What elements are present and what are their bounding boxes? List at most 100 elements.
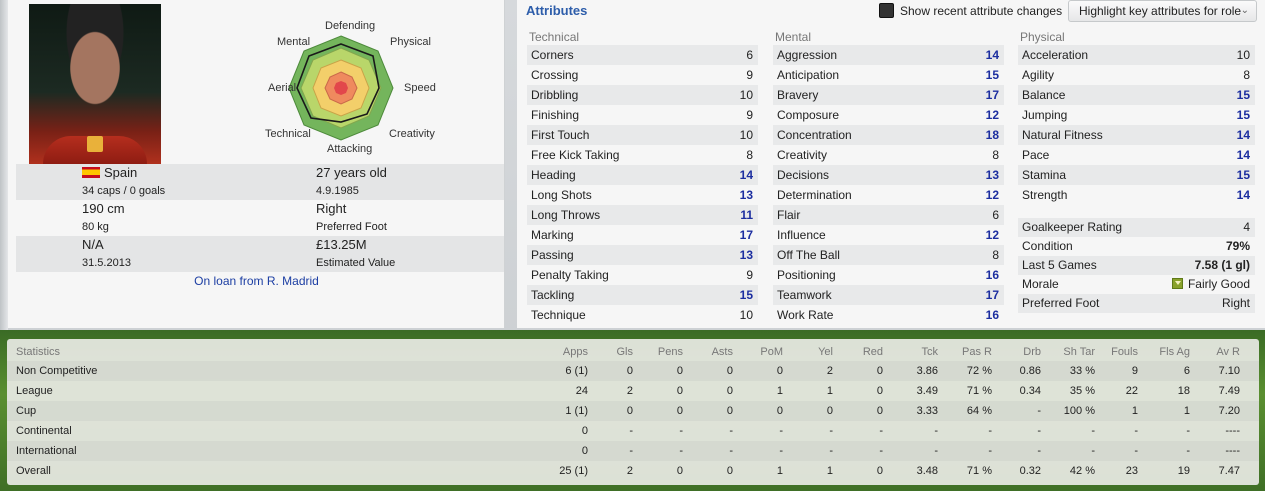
statistics-cell: - bbox=[879, 425, 883, 437]
attribute-name: Flair bbox=[777, 208, 801, 222]
show-changes-toggle[interactable]: Show recent attribute changes bbox=[879, 3, 1062, 21]
attribute-name: Composure bbox=[777, 108, 840, 122]
technical-attribute-row[interactable]: Crossing 9 bbox=[527, 65, 758, 85]
physical-attribute-row[interactable]: Strength 14 bbox=[1018, 185, 1255, 205]
extra-info-value: 79% bbox=[1225, 239, 1250, 253]
technical-attribute-row[interactable]: Tackling 15 bbox=[527, 285, 758, 305]
statistics-row[interactable]: Continental 0- - - - - - - - - - - - ---- bbox=[7, 421, 1259, 441]
mental-attribute-row[interactable]: Flair 6 bbox=[773, 205, 1004, 225]
highlight-key-attributes-button[interactable]: Highlight key attributes for role ⌄ bbox=[1068, 0, 1257, 22]
mental-attribute-row[interactable]: Bravery 17 bbox=[773, 85, 1004, 105]
technical-attribute-row[interactable]: Heading 14 bbox=[527, 165, 758, 185]
statistics-cell: 1 bbox=[826, 385, 833, 397]
statistics-row[interactable]: International 0- - - - - - - - - - - - ---- bbox=[7, 441, 1259, 461]
extra-info-row: Last 5 Games 7.58 (1 gl) bbox=[1018, 256, 1255, 275]
statistics-column-header[interactable]: Yel bbox=[818, 342, 833, 362]
mental-attribute-row[interactable]: Composure 12 bbox=[773, 105, 1004, 125]
attribute-name: Technique bbox=[531, 308, 586, 322]
statistics-column-header[interactable]: Apps bbox=[563, 342, 588, 362]
statistics-cell: - bbox=[779, 425, 783, 437]
statistics-column-header[interactable]: Pens bbox=[658, 342, 683, 362]
physical-attribute-row[interactable]: Acceleration 10 bbox=[1018, 45, 1255, 65]
date-of-birth: 4.9.1985 bbox=[316, 185, 359, 197]
mental-attribute-row[interactable]: Creativity 8 bbox=[773, 145, 1004, 165]
statistics-column-header[interactable]: Sh Tar bbox=[1063, 342, 1095, 362]
technical-attribute-row[interactable]: First Touch 10 bbox=[527, 125, 758, 145]
statistics-cell: 0 bbox=[776, 405, 783, 417]
statistics-column-header[interactable]: Fouls bbox=[1111, 342, 1138, 362]
attribute-name: Natural Fitness bbox=[1022, 128, 1103, 142]
statistics-cell: - bbox=[1037, 425, 1041, 437]
age: 27 years old bbox=[316, 165, 387, 180]
statistics-cell: 9 bbox=[1131, 365, 1138, 377]
statistics-column-header[interactable]: Asts bbox=[712, 342, 733, 362]
statistics-row[interactable]: Cup 1 (1) 0 0 0 0 0 0 3.33 64 % - 100 % 1 1 7.20 bbox=[7, 401, 1259, 421]
technical-attribute-row[interactable]: Long Throws 11 bbox=[527, 205, 758, 225]
technical-attribute-row[interactable]: Technique 10 bbox=[527, 305, 758, 325]
statistics-cell: 1 (1) bbox=[565, 405, 588, 417]
physical-attribute-row[interactable]: Jumping 15 bbox=[1018, 105, 1255, 125]
mental-attribute-row[interactable]: Off The Ball 8 bbox=[773, 245, 1004, 265]
physical-attribute-row[interactable]: Balance 15 bbox=[1018, 85, 1255, 105]
mental-attribute-row[interactable]: Aggression 14 bbox=[773, 45, 1004, 65]
mental-attribute-row[interactable]: Teamwork 17 bbox=[773, 285, 1004, 305]
radar-label-defending: Defending bbox=[325, 20, 376, 32]
statistics-cell: 71 % bbox=[966, 465, 992, 477]
technical-attribute-row[interactable]: Marking 17 bbox=[527, 225, 758, 245]
statistics-cell: 18 bbox=[1177, 385, 1190, 397]
technical-attribute-row[interactable]: Passing 13 bbox=[527, 245, 758, 265]
statistics-row[interactable]: Non Competitive 6 (1) 0 0 0 0 2 0 3.86 72 % 0.86 33… bbox=[7, 361, 1259, 381]
mental-attribute-row[interactable]: Determination 12 bbox=[773, 185, 1004, 205]
technical-attribute-row[interactable]: Penalty Taking 9 bbox=[527, 265, 758, 285]
physical-attribute-row[interactable]: Natural Fitness 14 bbox=[1018, 125, 1255, 145]
statistics-column-header[interactable]: Tck bbox=[922, 342, 939, 362]
physical-attribute-row[interactable]: Agility 8 bbox=[1018, 65, 1255, 85]
statistics-cell: 1 bbox=[776, 385, 783, 397]
mental-attribute-row[interactable]: Concentration 18 bbox=[773, 125, 1004, 145]
statistics-column-header[interactable]: Fls Ag bbox=[1159, 342, 1190, 362]
mental-attribute-row[interactable]: Work Rate 16 bbox=[773, 305, 1004, 325]
attribute-value: 12 bbox=[985, 228, 999, 242]
statistics-column-header[interactable]: Drb bbox=[1023, 342, 1041, 362]
statistics-cell: - bbox=[829, 445, 833, 457]
attribute-value: 8 bbox=[992, 148, 999, 162]
statistics-cell: 7.49 bbox=[1218, 385, 1240, 397]
extra-info-label: Condition bbox=[1022, 239, 1073, 253]
attribute-name: Passing bbox=[531, 248, 574, 262]
estimated-value: £13.25M bbox=[316, 237, 367, 252]
statistics-cell: 23 bbox=[1125, 465, 1138, 477]
mental-attribute-row[interactable]: Influence 12 bbox=[773, 225, 1004, 245]
technical-attribute-row[interactable]: Long Shots 13 bbox=[527, 185, 758, 205]
technical-attribute-row[interactable]: Corners 6 bbox=[527, 45, 758, 65]
statistics-row[interactable]: Overall 25 (1) 2 0 0 1 1 0 3.48 71 % 0.32 42 % 23 19 7… bbox=[7, 461, 1259, 481]
show-changes-label: Show recent attribute changes bbox=[900, 4, 1063, 18]
statistics-cell: 0 bbox=[626, 405, 633, 417]
technical-attribute-row[interactable]: Finishing 9 bbox=[527, 105, 758, 125]
statistics-cell: 3.49 bbox=[916, 385, 938, 397]
technical-attribute-row[interactable]: Dribbling 10 bbox=[527, 85, 758, 105]
show-changes-checkbox[interactable] bbox=[879, 3, 894, 18]
statistics-column-header[interactable]: Red bbox=[863, 342, 883, 362]
attribute-value: 17 bbox=[739, 228, 753, 242]
attribute-value: 13 bbox=[739, 248, 753, 262]
loan-link[interactable]: On loan from R. Madrid bbox=[8, 274, 505, 288]
attribute-value: 15 bbox=[739, 288, 753, 302]
statistics-column-header[interactable]: Pas R bbox=[962, 342, 992, 362]
statistics-cell: 0 bbox=[876, 365, 883, 377]
mental-attribute-row[interactable]: Decisions 13 bbox=[773, 165, 1004, 185]
statistics-cell: 0 bbox=[676, 465, 683, 477]
radar-center bbox=[334, 81, 348, 95]
physical-attribute-row[interactable]: Stamina 15 bbox=[1018, 165, 1255, 185]
technical-column: Technical Corners 6 Crossing 9 Dribbling 10 Fi… bbox=[527, 30, 758, 325]
player-extra-info: Goalkeeper Rating 4 Condition 79% Last 5 Gam… bbox=[1018, 218, 1255, 313]
statistics-column-header[interactable]: Gls bbox=[617, 342, 634, 362]
mental-attribute-row[interactable]: Anticipation 15 bbox=[773, 65, 1004, 85]
mental-attribute-row[interactable]: Positioning 16 bbox=[773, 265, 1004, 285]
statistics-row[interactable]: League 24 2 0 0 1 1 0 3.49 71 % 0.34 35 % 22 18 7.49 bbox=[7, 381, 1259, 401]
statistics-cell: 19 bbox=[1177, 465, 1190, 477]
technical-attribute-row[interactable]: Free Kick Taking 8 bbox=[527, 145, 758, 165]
statistics-column-header[interactable]: Av R bbox=[1216, 342, 1240, 362]
statistics-column-header[interactable]: PoM bbox=[760, 342, 783, 362]
nationality[interactable]: Spain bbox=[82, 164, 165, 182]
physical-attribute-row[interactable]: Pace 14 bbox=[1018, 145, 1255, 165]
